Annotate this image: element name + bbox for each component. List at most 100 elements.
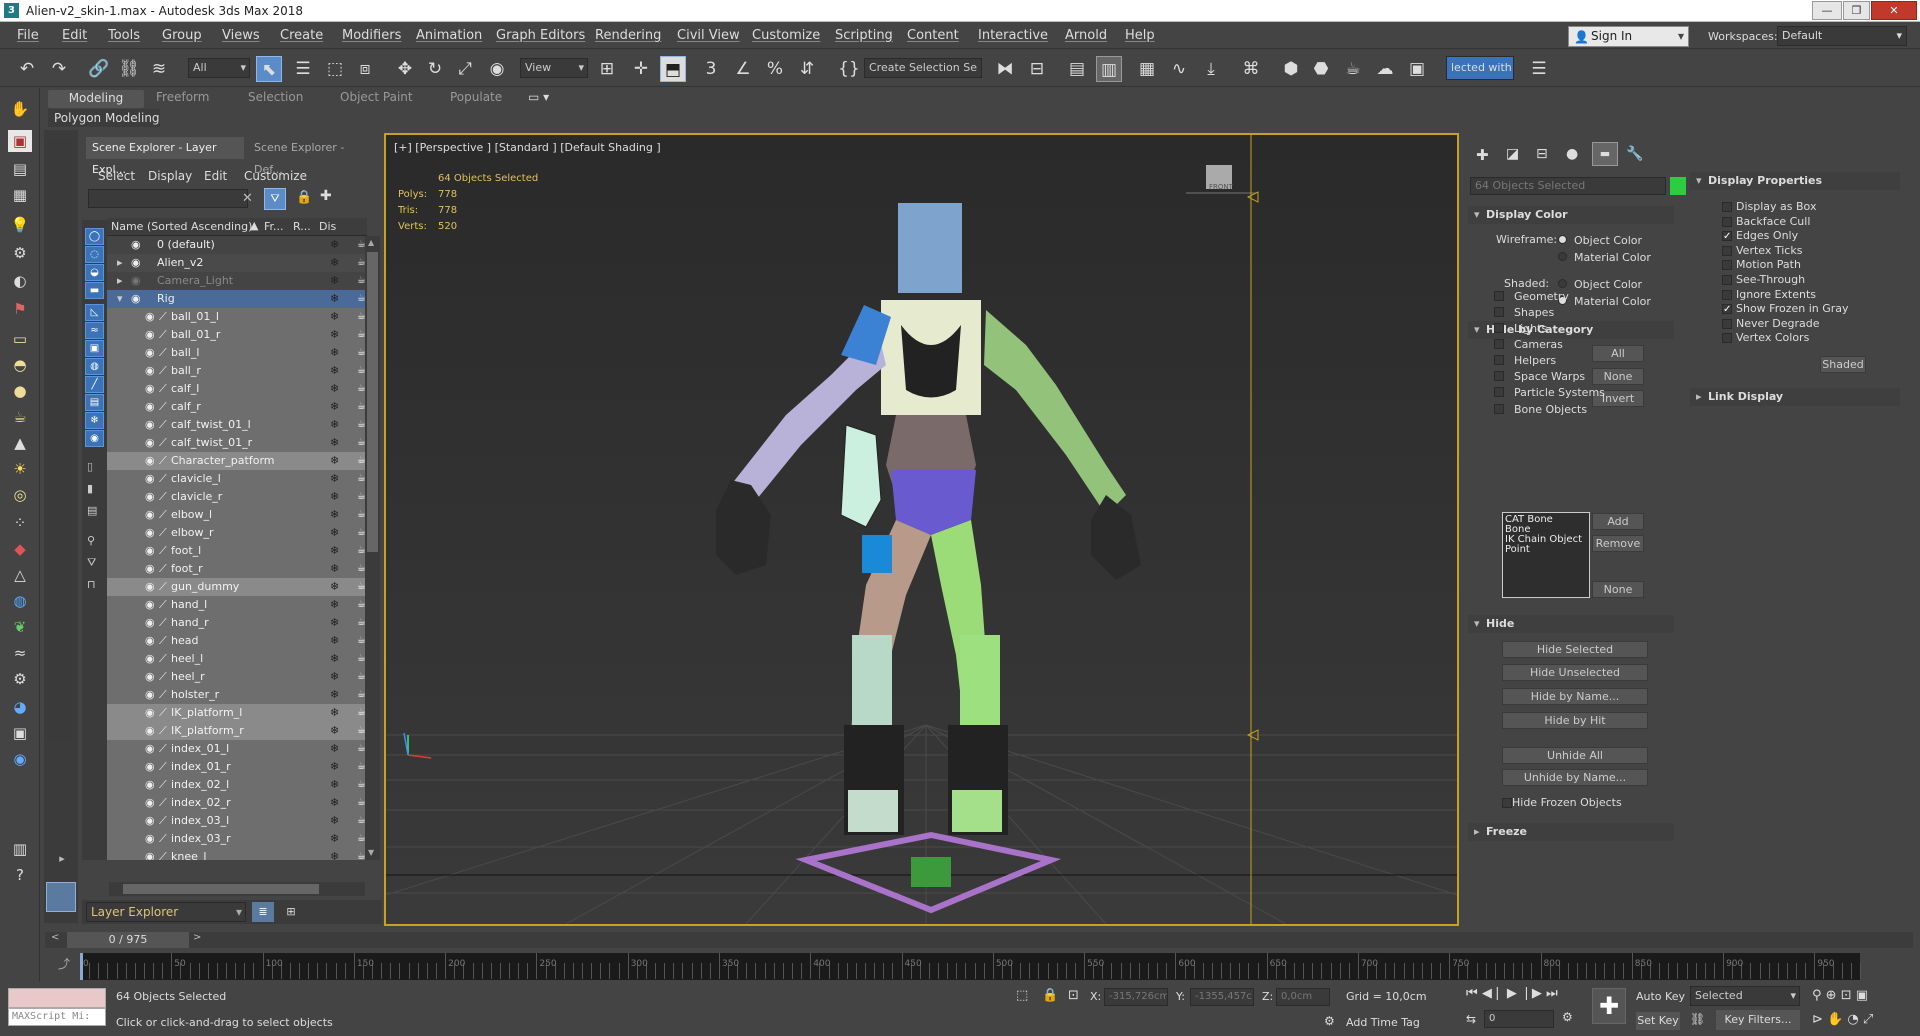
strip-earth-icon[interactable]: ◍ — [8, 590, 32, 612]
menu-interactive[interactable]: Interactive — [978, 28, 1048, 43]
zoom-all-icon[interactable]: ⊕ — [1826, 988, 1837, 1003]
prev-key-icon[interactable]: ◀❘ — [1482, 986, 1503, 1001]
column-display[interactable]: Dis — [319, 220, 336, 233]
tree-row-object[interactable]: ◉ ⟋ calf_twist_01_l ❄ ☕ — [107, 416, 367, 434]
strip-shapes-icon[interactable]: ◆ — [8, 538, 32, 560]
zoom-extents-all-icon[interactable]: ▣ — [1856, 988, 1868, 1003]
play-icon[interactable]: ▶ — [1507, 986, 1517, 1001]
display-property-checkbox[interactable] — [1722, 260, 1732, 271]
visibility-eye-icon[interactable]: ◉ — [145, 434, 155, 452]
category-list-item[interactable]: Point — [1505, 544, 1530, 555]
strip-helper-icon[interactable]: ⚑ — [8, 298, 32, 320]
material-editor-icon[interactable]: ⬢ — [1278, 56, 1304, 82]
visibility-eye-icon[interactable]: ◉ — [145, 848, 155, 860]
freeze-icon[interactable]: ❄ — [330, 704, 339, 722]
strip-globe-icon[interactable]: ◉ — [8, 748, 32, 770]
sign-in-button[interactable]: 👤 Sign In ▾ — [1568, 26, 1689, 47]
hierarchy-tab-icon[interactable]: ⊟ — [1536, 146, 1548, 162]
tree-row-object[interactable]: ◉ ⟋ knee_l ❄ ☕ — [107, 848, 367, 860]
strip-camera-icon[interactable]: ◐ — [8, 270, 32, 292]
add-time-tag[interactable]: Add Time Tag — [1346, 1016, 1420, 1029]
rotate-icon[interactable]: ↻ — [422, 56, 448, 82]
maximize-button[interactable]: ❐ — [1843, 1, 1870, 20]
time-slider[interactable]: < 0 / 975 > — [45, 932, 1913, 948]
freeze-icon[interactable]: ❄ — [330, 308, 339, 326]
viewcube-label[interactable]: FRONT — [1209, 183, 1233, 191]
orbit-icon[interactable]: ◔ — [1847, 1012, 1858, 1027]
tree-row-object[interactable]: ◉ ⟋ ball_01_r ❄ ☕ — [107, 326, 367, 344]
strip-photo-icon[interactable]: ▣ — [8, 722, 32, 744]
menu-modifiers[interactable]: Modifiers — [342, 28, 401, 43]
render-iterative-icon[interactable]: ▣ — [1404, 56, 1430, 82]
tree-row-object[interactable]: ◉ ⟋ ball_r ❄ ☕ — [107, 362, 367, 380]
rollout-display-color[interactable]: Display Color — [1468, 206, 1674, 224]
category-checkbox[interactable] — [1494, 355, 1504, 365]
tree-row-object[interactable]: ◉ ⟋ heel_l ❄ ☕ — [107, 650, 367, 668]
create-tab-icon[interactable]: ✚ — [1476, 146, 1489, 164]
layer-manager-icon[interactable]: ▤ — [1064, 56, 1090, 82]
tree-row-object[interactable]: ◉ ⟋ ball_l ❄ ☕ — [107, 344, 367, 362]
x-coord-field[interactable]: -315,726cm — [1104, 988, 1168, 1006]
tree-row-object[interactable]: ◉ ⟋ index_02_r ❄ ☕ — [107, 794, 367, 812]
rollout-link-display[interactable]: Link Display — [1690, 388, 1900, 406]
y-coord-field[interactable]: -1355,457c — [1190, 988, 1254, 1006]
column-renderable[interactable]: R... — [293, 220, 311, 233]
freeze-icon[interactable]: ❄ — [330, 650, 339, 668]
search-input[interactable] — [88, 189, 248, 208]
unlink-icon[interactable]: ⛓ — [116, 56, 142, 82]
fov-icon[interactable]: ⊳ — [1812, 1012, 1823, 1027]
display-invert-icon[interactable]: ▤ — [87, 504, 97, 517]
freeze-icon[interactable]: ❄ — [330, 758, 339, 776]
menu-rendering[interactable]: Rendering — [595, 28, 661, 43]
menu-edit[interactable]: Edit — [62, 28, 87, 43]
snaps-toggle-icon[interactable]: 3 — [698, 56, 724, 82]
next-frame-arrow-icon[interactable]: > — [193, 932, 201, 943]
menu-customize-explorer[interactable]: Customize — [244, 169, 307, 183]
visibility-eye-icon[interactable]: ◉ — [145, 470, 155, 488]
display-property-checkbox[interactable] — [1722, 216, 1732, 227]
layer-explorer-dropdown[interactable]: Layer Explorer ▾ — [86, 902, 246, 922]
visibility-eye-icon[interactable]: ◉ — [145, 596, 155, 614]
selection-set-dropdown[interactable]: Create Selection Se — [864, 58, 982, 78]
freeze-icon[interactable]: ❄ — [330, 740, 339, 758]
tree-row-object[interactable]: ◉ ⟋ hand_l ❄ ☕ — [107, 596, 367, 614]
strip-sphere-icon[interactable]: ● — [8, 380, 32, 402]
hide-unselected-button[interactable]: Hide Unselected — [1502, 664, 1648, 681]
expand-arrow-icon[interactable]: ▸ — [117, 254, 123, 272]
keyboard-shortcut-toggle-icon[interactable]: ⬒ — [660, 56, 686, 82]
strip-hair-icon[interactable]: ≈ — [8, 642, 32, 664]
tree-row-object[interactable]: ◉ ⟋ head ❄ ☕ — [107, 632, 367, 650]
strip-list-icon[interactable]: ▤ — [8, 158, 32, 180]
freeze-icon[interactable]: ❄ — [330, 848, 339, 860]
visibility-eye-icon[interactable]: ◉ — [145, 560, 155, 578]
render-frame-icon[interactable]: ☕ — [1340, 56, 1366, 82]
workspace-dropdown[interactable]: Default ▾ — [1777, 26, 1907, 46]
window-crossing-icon[interactable]: ⧈ — [352, 56, 378, 82]
tree-row-object[interactable]: ◉ ⟋ elbow_l ❄ ☕ — [107, 506, 367, 524]
scroll-down-icon[interactable]: ▼ — [368, 848, 374, 857]
filter-cameras-icon[interactable]: ▬ — [85, 282, 104, 299]
filter-frozen-icon[interactable]: ❄ — [85, 412, 104, 429]
expand-arrow-icon[interactable]: ▸ — [117, 272, 123, 290]
add-category-button[interactable]: Add — [1592, 513, 1644, 530]
isolate-selection-icon[interactable]: ⬚ — [1016, 988, 1028, 1003]
expand-arrow-icon[interactable]: ▾ — [117, 290, 123, 308]
tree-row-object[interactable]: ◉ ⟋ index_03_r ❄ ☕ — [107, 830, 367, 848]
add-layer-icon[interactable]: ✚ — [320, 188, 332, 204]
tree-row-object[interactable]: ◉ ⟋ IK_platform_l ❄ ☕ — [107, 704, 367, 722]
clear-search-icon[interactable]: ✕ — [242, 191, 253, 206]
visibility-eye-icon[interactable]: ◉ — [145, 416, 155, 434]
menu-views[interactable]: Views — [222, 28, 260, 43]
freeze-icon[interactable]: ❄ — [330, 398, 339, 416]
tab-scene-explorer-default[interactable]: Scene Explorer - Def... — [248, 137, 372, 176]
tab-freeform[interactable]: Freeform — [156, 90, 209, 104]
explorer-horizontal-scrollbar[interactable] — [109, 882, 365, 896]
filter-lights-icon[interactable]: ◒ — [85, 264, 104, 281]
freeze-icon[interactable]: ❄ — [330, 236, 339, 254]
visibility-eye-icon[interactable]: ◉ — [145, 686, 155, 704]
filter-icon[interactable]: ⛛ — [264, 188, 286, 210]
wire-material-color-radio[interactable] — [1558, 252, 1567, 261]
freeze-icon[interactable]: ❄ — [330, 272, 339, 290]
visibility-eye-icon[interactable]: ◉ — [145, 308, 155, 326]
menu-select[interactable]: Select — [98, 169, 135, 183]
